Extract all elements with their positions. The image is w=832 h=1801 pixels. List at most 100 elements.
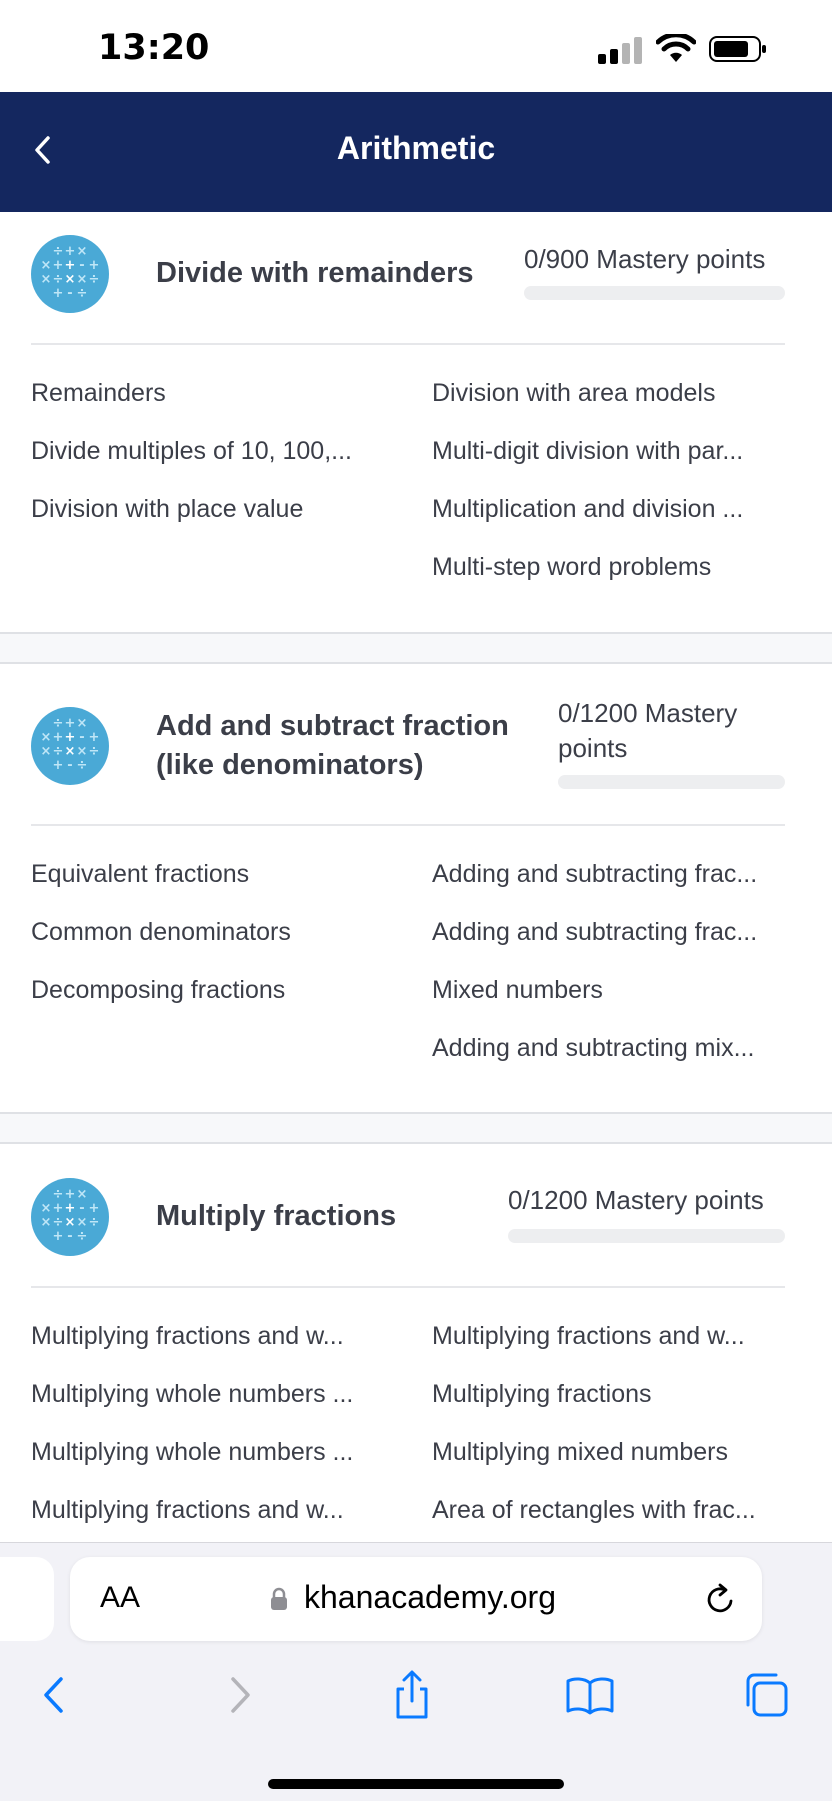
lesson-link[interactable]: Multiplying fractions	[432, 1377, 652, 1411]
svg-text:+: +	[65, 1201, 76, 1216]
wifi-icon	[656, 34, 696, 62]
unit-icon[interactable]: ÷ + × × + - + × ÷ × ÷ + - ÷ +×	[31, 1178, 109, 1256]
lesson-link[interactable]: Remainders	[31, 376, 166, 410]
svg-text:×: ×	[41, 272, 52, 287]
mastery-progress-bar	[524, 286, 785, 300]
svg-text:÷: ÷	[77, 286, 88, 301]
svg-text:×: ×	[77, 244, 88, 259]
svg-text:÷: ÷	[89, 1215, 100, 1230]
lesson-link[interactable]: Mixed numbers	[432, 973, 603, 1007]
address-bar[interactable]: AA khanacademy.org	[70, 1557, 762, 1641]
svg-text:+: +	[65, 1187, 76, 1202]
svg-text:×: ×	[77, 716, 88, 731]
svg-text:×: ×	[65, 1215, 76, 1230]
svg-text:-: -	[67, 286, 72, 301]
lesson-link[interactable]: Multiplying fractions and w...	[31, 1319, 344, 1353]
svg-text:×: ×	[77, 1187, 88, 1202]
svg-text:×: ×	[65, 744, 76, 759]
url-host: khanacademy.org	[304, 1579, 556, 1615]
svg-text:+: +	[53, 258, 64, 273]
svg-text:×: ×	[77, 744, 88, 759]
svg-text:×: ×	[41, 1215, 52, 1230]
lesson-link[interactable]: Multiplying mixed numbers	[432, 1435, 728, 1469]
svg-text:÷: ÷	[53, 244, 64, 259]
svg-text:×: ×	[77, 1215, 88, 1230]
mastery-progress-bar	[508, 1229, 785, 1243]
lesson-link[interactable]: Multiplication and division ...	[432, 492, 743, 526]
unit-list: ÷ + × × + - + × ÷ × ÷ + - ÷ + × Divide with remaind…	[0, 212, 832, 1542]
unit-title-line: (like denominators)	[156, 749, 424, 781]
lesson-link[interactable]: Adding and subtracting frac...	[432, 915, 757, 949]
unit-card: ÷ + × × + - + × ÷ × ÷ + - ÷ + × Add and subtract fr…	[0, 664, 832, 1112]
unit-title[interactable]: Multiply fractions	[156, 1197, 396, 1236]
lesson-link[interactable]: Multi-step word problems	[432, 550, 711, 584]
divider	[31, 343, 785, 345]
svg-text:÷: ÷	[53, 716, 64, 731]
browser-toolbar: AA khanacademy.org	[0, 1542, 832, 1801]
mastery-progress-bar	[558, 775, 785, 789]
unit-icon[interactable]: ÷ + × × + - + × ÷ × ÷ + - ÷ +×	[31, 707, 109, 785]
unit-title[interactable]: Divide with remainders	[156, 254, 474, 293]
lesson-link[interactable]: Multiplying whole numbers ...	[31, 1435, 353, 1469]
page-title: Arithmetic	[336, 130, 496, 166]
svg-text:×: ×	[65, 272, 76, 287]
lesson-link[interactable]: Decomposing fractions	[31, 973, 285, 1007]
svg-text:+: +	[89, 258, 100, 273]
nav-back-button[interactable]	[28, 1667, 84, 1723]
tabs-button[interactable]	[738, 1667, 794, 1723]
reload-icon[interactable]	[704, 1581, 738, 1617]
nav-forward-button[interactable]	[210, 1667, 266, 1723]
previous-tab-card[interactable]	[0, 1557, 54, 1641]
lesson-link[interactable]: Adding and subtracting frac...	[432, 857, 757, 891]
mastery-points-line: 0/1200 Mastery	[558, 698, 738, 728]
unit-card: ÷ + × × + - + × ÷ × ÷ + - ÷ + × Divide with remaind…	[0, 212, 832, 632]
bookmarks-button[interactable]	[562, 1667, 618, 1723]
svg-text:+: +	[53, 286, 64, 301]
lesson-link[interactable]: Area of rectangles with frac...	[432, 1493, 756, 1527]
lock-icon	[271, 1587, 287, 1610]
signal-icon	[598, 34, 644, 64]
lesson-link[interactable]: Equivalent fractions	[31, 857, 249, 891]
lesson-link[interactable]: Common denominators	[31, 915, 291, 949]
svg-text:-: -	[79, 258, 84, 273]
svg-text:+: +	[53, 1229, 64, 1244]
svg-text:÷: ÷	[77, 758, 88, 773]
svg-text:+: +	[65, 258, 76, 273]
svg-text:-: -	[67, 758, 72, 773]
unit-icon[interactable]: ÷ + × × + - + × ÷ × ÷ + - ÷ +×	[31, 235, 109, 313]
svg-text:×: ×	[41, 1201, 52, 1216]
section-separator	[0, 632, 832, 664]
svg-text:+: +	[53, 1201, 64, 1216]
svg-text:+: +	[89, 1201, 100, 1216]
lesson-link[interactable]: Divide multiples of 10, 100,...	[31, 434, 352, 468]
unit-title[interactable]: Add and subtract fraction (like denomina…	[156, 707, 509, 785]
svg-text:÷: ÷	[77, 1229, 88, 1244]
svg-text:-: -	[67, 1229, 72, 1244]
mastery-points: 0/1200 Mastery points	[508, 1185, 764, 1215]
lesson-link[interactable]: Multi-digit division with par...	[432, 434, 743, 468]
divider	[31, 1286, 785, 1288]
battery-icon	[709, 36, 766, 62]
status-bar: 13:20	[0, 0, 832, 92]
svg-text:+: +	[65, 244, 76, 259]
mastery-points-line: points	[558, 733, 628, 763]
text-size-button[interactable]: AA	[100, 1581, 140, 1615]
lesson-link[interactable]: Multiplying whole numbers ...	[31, 1377, 353, 1411]
lesson-link[interactable]: Division with place value	[31, 492, 303, 526]
lesson-link[interactable]: Adding and subtracting mix...	[432, 1031, 754, 1065]
svg-text:+: +	[65, 730, 76, 745]
lesson-link[interactable]: Multiplying fractions and w...	[432, 1319, 745, 1353]
svg-text:÷: ÷	[53, 1187, 64, 1202]
svg-text:÷: ÷	[53, 1215, 64, 1230]
section-separator	[0, 1112, 832, 1144]
lesson-link[interactable]: Multiplying fractions and w...	[31, 1493, 344, 1527]
svg-text:÷: ÷	[53, 744, 64, 759]
svg-text:÷: ÷	[89, 744, 100, 759]
svg-text:×: ×	[41, 258, 52, 273]
home-indicator	[268, 1779, 564, 1789]
share-button[interactable]	[384, 1667, 440, 1723]
status-time: 13:20	[98, 28, 210, 68]
top-bar: Arithmetic	[0, 92, 832, 212]
lesson-link[interactable]: Division with area models	[432, 376, 715, 410]
svg-text:+: +	[53, 730, 64, 745]
